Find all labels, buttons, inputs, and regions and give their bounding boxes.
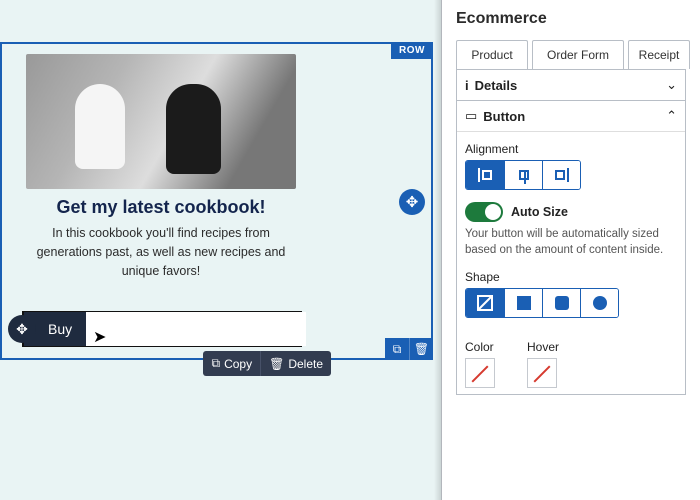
tab-product[interactable]: Product [456,40,528,69]
editor-canvas: ROW Get my latest cookbook! In this cook… [0,0,441,500]
buy-button-wrapper: ✥ Buy ➤ [8,311,302,347]
cursor-icon: ➤ [93,327,106,347]
chevron-down-icon: ⌄ [666,77,677,93]
button-section-header[interactable]: ▭ Button ⌃ [457,100,685,131]
drag-handle-icon[interactable]: ✥ [8,315,36,343]
button-section-body: Alignment Auto Size Your button will be … [457,131,685,394]
button-label: Button [483,109,666,124]
delete-row-button[interactable]: 🗑 [409,338,433,360]
tab-order-form[interactable]: Order Form [532,40,624,69]
buy-button-label: Buy [48,321,72,337]
copy-icon: ⧉ [211,356,220,371]
move-handle-icon[interactable]: ✥ [399,189,425,215]
shape-outline-icon [477,295,493,311]
buy-button[interactable]: Buy [24,312,306,346]
copy-button[interactable]: ⧉ Copy [203,351,260,376]
shape-outline-button[interactable] [466,289,504,317]
details-section-header[interactable]: i Details ⌄ [457,70,685,100]
square-icon [517,296,531,310]
copy-label: Copy [224,357,252,371]
auto-size-toggle[interactable] [465,202,503,222]
align-right-button[interactable] [542,161,580,189]
content-column[interactable]: Get my latest cookbook! In this cookbook… [6,44,316,290]
align-right-icon [555,168,569,182]
shape-rounded-button[interactable] [542,289,580,317]
sub-text[interactable]: In this cookbook you'll find recipes fro… [16,224,306,290]
color-label: Color [465,340,495,354]
delete-button[interactable]: 🗑 Delete [260,351,331,376]
product-accordion: i Details ⌄ ▭ Button ⌃ Alignment [456,69,686,395]
details-label: Details [475,78,666,93]
element-toolbar: ⧉ Copy 🗑 Delete [203,351,331,376]
sidebar-tabs: Product Order Form Receipt [442,28,700,69]
align-left-button[interactable] [466,161,504,189]
align-center-icon [519,170,529,180]
chevron-up-icon: ⌃ [666,108,677,124]
color-swatch[interactable] [465,358,495,388]
hover-swatch[interactable] [527,358,557,388]
rounded-square-icon [555,296,569,310]
shape-label: Shape [465,270,677,284]
auto-size-help: Your button will be automatically sized … [465,226,677,258]
row-block[interactable]: ROW Get my latest cookbook! In this cook… [0,42,433,360]
info-icon: i [465,78,469,93]
hover-label: Hover [527,340,559,354]
row-operations: ⧉ 🗑 [385,338,433,360]
duplicate-row-button[interactable]: ⧉ [385,338,409,360]
shape-segment [465,288,619,318]
headline-text[interactable]: Get my latest cookbook! [16,197,306,218]
alignment-label: Alignment [465,142,677,156]
auto-size-label: Auto Size [511,205,568,219]
circle-icon [593,296,607,310]
properties-sidebar: Ecommerce Product Order Form Receipt i D… [441,0,700,500]
delete-label: Delete [288,357,323,371]
align-left-icon [478,168,492,182]
trash-icon: 🗑 [269,357,284,371]
alignment-segment [465,160,581,190]
hero-image[interactable] [26,54,296,189]
button-icon: ▭ [465,108,477,124]
shape-circle-button[interactable] [580,289,618,317]
shape-square-button[interactable] [504,289,542,317]
tab-receipt[interactable]: Receipt [628,40,690,69]
row-tag: ROW [391,42,433,59]
panel-title: Ecommerce [442,0,700,28]
buy-button-selection[interactable]: Buy [22,311,302,347]
align-center-button[interactable] [504,161,542,189]
